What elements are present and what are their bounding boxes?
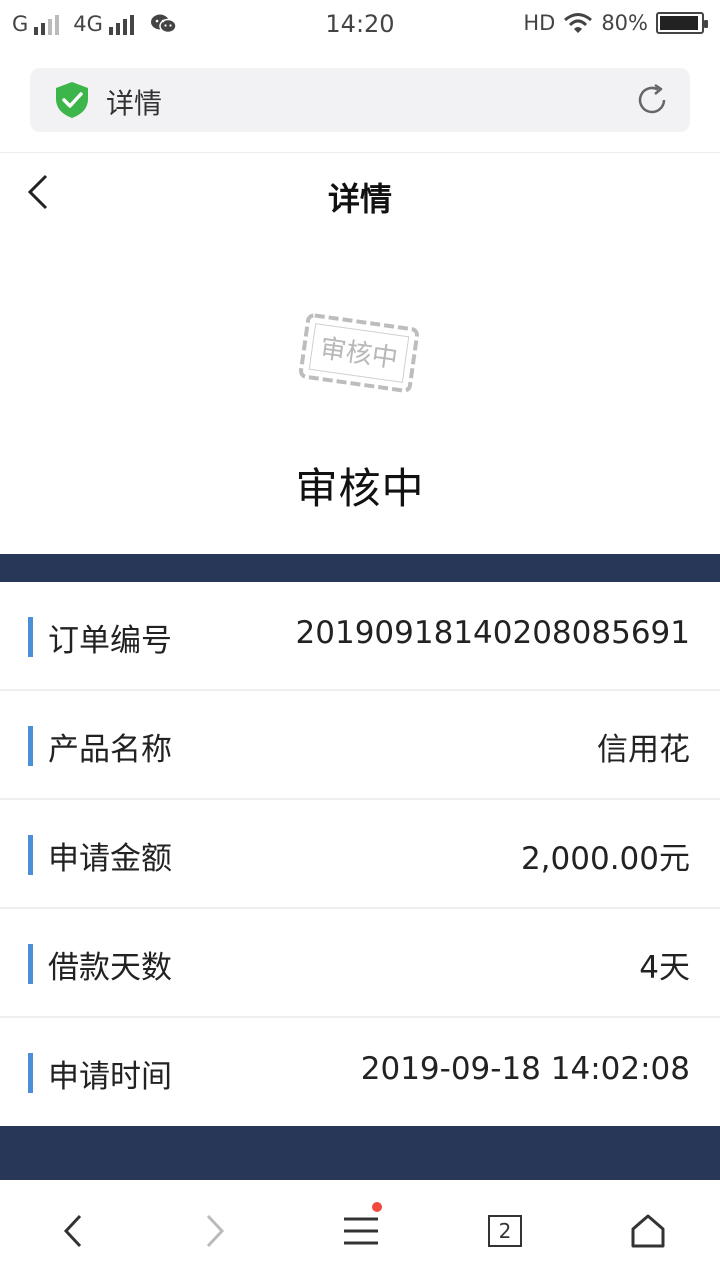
wifi-icon (564, 13, 593, 33)
section-band (0, 1126, 720, 1180)
battery-icon (656, 12, 708, 34)
status-right: HD 80% (523, 11, 708, 35)
nav-menu-button[interactable] (336, 1202, 386, 1256)
home-icon (631, 1214, 665, 1248)
row-value: 4天 (639, 950, 690, 986)
row-value: 信用花 (597, 732, 690, 768)
row-value: 20190918140208085691 (295, 615, 690, 651)
section-band (0, 554, 720, 582)
detail-row-apply-time: 申请时间 2019-09-18 14:02:08 (0, 1018, 720, 1127)
row-value: 2019-09-18 14:02:08 (360, 1051, 690, 1087)
row-label: 申请金额 (48, 841, 172, 877)
nav-back-button[interactable] (48, 1206, 98, 1256)
detail-row-loan-days: 借款天数 4天 (0, 909, 720, 1018)
tab-count: 2 (498, 1219, 512, 1243)
url-bar[interactable]: 详情 (30, 68, 690, 132)
reload-icon[interactable] (634, 82, 670, 118)
detail-list: 订单编号 20190918140208085691 产品名称 信用花 申请金额 … (0, 582, 720, 1127)
order-status: 审核中 (295, 464, 425, 513)
divider (0, 152, 720, 153)
status-bar: G 4G 14:20 HD 80% (0, 0, 720, 52)
battery-percent: 80% (601, 11, 648, 35)
row-accent (28, 1053, 33, 1093)
menu-icon (344, 1217, 378, 1245)
row-label: 产品名称 (48, 732, 172, 768)
browser-bottom-nav: 2 (0, 1180, 720, 1280)
nav-forward-button[interactable] (190, 1206, 240, 1256)
detail-row-product-name: 产品名称 信用花 (0, 691, 720, 800)
page-title: 详情 (327, 180, 392, 218)
row-label: 借款天数 (48, 950, 172, 986)
stamp-text: 审核中 (318, 334, 399, 375)
url-title: 详情 (106, 87, 163, 120)
nav-tabs-button[interactable]: 2 (480, 1206, 530, 1256)
stamp-icon: 审核中 (298, 313, 420, 393)
row-accent (28, 617, 33, 657)
detail-row-order-number: 订单编号 20190918140208085691 (0, 582, 720, 691)
hd-label: HD (523, 11, 556, 35)
row-accent (28, 835, 33, 875)
row-label: 申请时间 (48, 1059, 172, 1095)
detail-row-amount: 申请金额 2,000.00元 (0, 800, 720, 909)
page-header: 详情 (0, 160, 720, 230)
shield-check-icon (56, 82, 88, 118)
tabs-icon: 2 (488, 1215, 522, 1247)
nav-back-icon (63, 1214, 82, 1248)
row-label: 订单编号 (48, 623, 172, 659)
row-accent (28, 726, 33, 766)
notification-dot (372, 1202, 382, 1212)
nav-forward-icon (206, 1214, 225, 1248)
row-accent (28, 944, 33, 984)
row-value: 2,000.00元 (520, 841, 690, 877)
nav-home-button[interactable] (623, 1206, 673, 1256)
